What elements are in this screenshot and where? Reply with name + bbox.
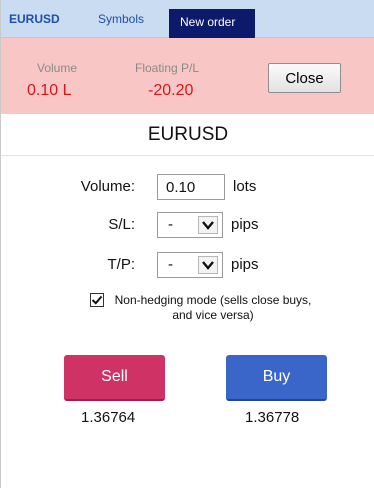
non-hedging-label: Non-hedging mode (sells close buys, and … <box>114 293 312 322</box>
buy-button[interactable]: Buy <box>226 355 327 401</box>
chevron-down-icon[interactable] <box>198 256 218 274</box>
floating-pl-value: -20.20 <box>148 82 194 99</box>
volume-label: Volume: <box>80 178 135 195</box>
non-hedging-checkbox[interactable] <box>90 293 104 307</box>
stop-loss-value: - <box>168 216 173 233</box>
take-profit-select[interactable]: - <box>157 252 223 278</box>
stop-loss-select[interactable]: - <box>157 212 223 238</box>
stop-loss-label: S/L: <box>108 216 135 233</box>
tab-new-order[interactable]: New order <box>169 9 255 38</box>
take-profit-label: T/P: <box>107 256 135 273</box>
tab-bar: EURUSD Symbols New order <box>1 0 374 38</box>
sell-button[interactable]: Sell <box>64 355 165 401</box>
tab-symbols[interactable]: Symbols <box>98 11 144 39</box>
stop-loss-unit: pips <box>231 216 259 233</box>
symbol-title: EURUSD <box>1 114 374 156</box>
close-position-button[interactable]: Close <box>268 63 341 93</box>
tab-eurusd[interactable]: EURUSD <box>9 11 60 39</box>
position-status-bar: Volume 0.10 L Floating P/L -20.20 Close <box>1 38 374 114</box>
floating-pl-label: Floating P/L <box>135 61 200 75</box>
chevron-down-icon[interactable] <box>198 216 218 234</box>
volume-input[interactable] <box>157 174 225 200</box>
buy-price: 1.36778 <box>245 409 300 426</box>
sell-price: 1.36764 <box>81 409 136 426</box>
take-profit-value: - <box>168 256 173 273</box>
volume-status-label: Volume <box>37 61 78 75</box>
volume-status-value: 0.10 L <box>27 82 72 99</box>
take-profit-unit: pips <box>231 256 259 273</box>
volume-unit: lots <box>233 178 257 195</box>
